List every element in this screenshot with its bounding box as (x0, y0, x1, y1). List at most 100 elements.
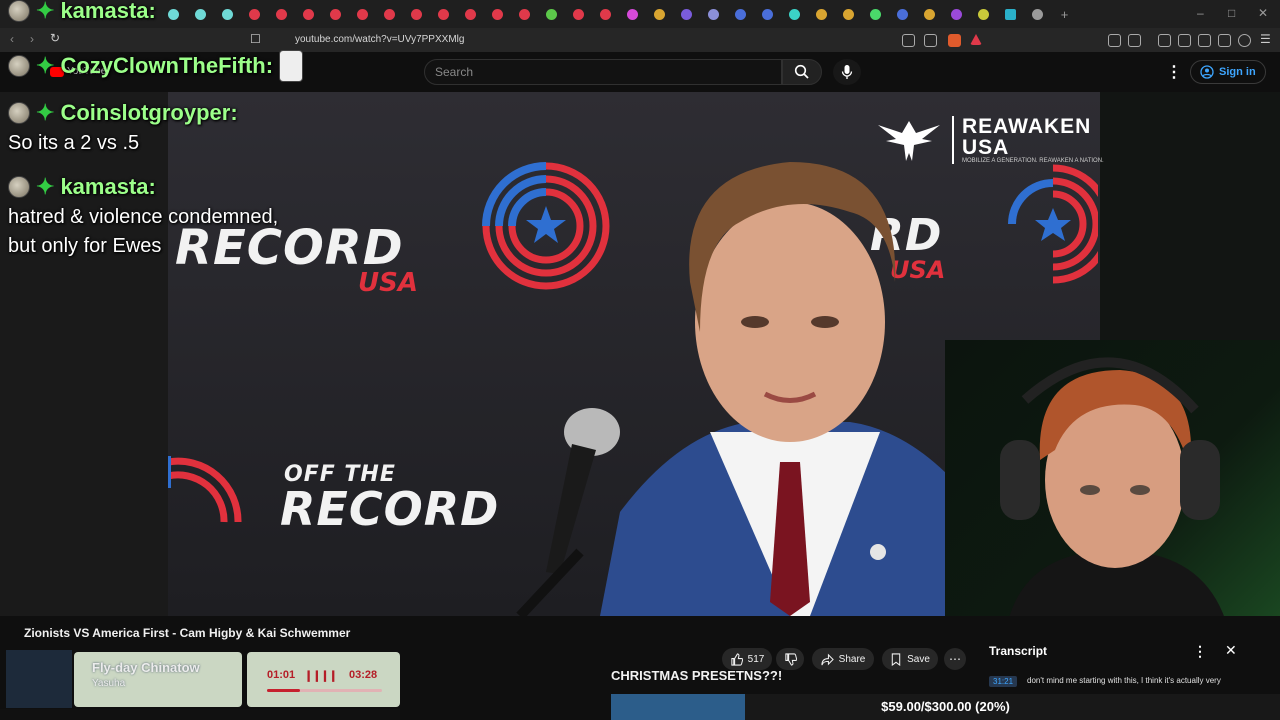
extension-icon[interactable] (1128, 34, 1141, 47)
url-field[interactable]: youtube.com/watch?v=UVy7PPXXMlg (295, 34, 464, 45)
tab[interactable] (160, 0, 187, 28)
song-artist: Yasuha (92, 678, 126, 689)
chat-badge-icon: ✦ (36, 0, 55, 23)
tab[interactable] (268, 0, 295, 28)
search-button[interactable] (782, 59, 822, 85)
rewards-icon[interactable] (970, 34, 982, 45)
tab[interactable] (592, 0, 619, 28)
dislike-button[interactable] (776, 648, 804, 670)
tab[interactable] (754, 0, 781, 28)
backdrop-usa: USA (358, 268, 418, 298)
transcript-panel: Transcript ⋮ ✕ 31:21 don't mind me start… (979, 636, 1252, 694)
share-label: Share (838, 653, 866, 665)
chat-message: ✦ kamasta: (8, 0, 156, 24)
tab[interactable] (970, 0, 997, 28)
tab[interactable] (943, 0, 970, 28)
microphone-icon (841, 65, 853, 79)
brave-shield-icon[interactable] (948, 34, 961, 47)
save-icon (891, 652, 901, 666)
streamer-figure (1000, 357, 1230, 636)
chat-badge-icon: ✦ (36, 100, 55, 125)
tab[interactable] (673, 0, 700, 28)
transcript-text: don't mind me starting with this, I thin… (1027, 676, 1221, 685)
sidebar-icon[interactable] (1178, 34, 1191, 47)
tab[interactable] (403, 0, 430, 28)
tab[interactable] (646, 0, 673, 28)
tab[interactable] (484, 0, 511, 28)
chat-username: kamasta: (60, 174, 156, 199)
tab[interactable] (295, 0, 322, 28)
downloads-icon[interactable] (1218, 34, 1231, 47)
tab[interactable] (457, 0, 484, 28)
save-button[interactable]: Save (882, 648, 938, 670)
back-icon[interactable]: ‹ (10, 32, 14, 46)
reload-icon[interactable]: ↻ (50, 31, 60, 45)
tab[interactable] (835, 0, 862, 28)
tab[interactable] (322, 0, 349, 28)
donation-goal-bar: $59.00/$300.00 (20%) (611, 694, 1280, 720)
tab[interactable] (808, 0, 835, 28)
tab[interactable] (511, 0, 538, 28)
tab[interactable] (916, 0, 943, 28)
tab[interactable] (781, 0, 808, 28)
tab[interactable] (700, 0, 727, 28)
tab[interactable] (376, 0, 403, 28)
chat-username: kamasta: (60, 0, 156, 23)
tab[interactable] (241, 0, 268, 28)
new-tab-button[interactable]: + (1051, 0, 1078, 28)
tab[interactable] (727, 0, 754, 28)
tab[interactable] (565, 0, 592, 28)
chat-message: ✦ kamasta: (8, 174, 156, 200)
minimize-icon[interactable]: – (1197, 6, 1204, 20)
tab[interactable] (430, 0, 457, 28)
menu-icon[interactable]: ☰ (1260, 32, 1271, 46)
tab[interactable] (349, 0, 376, 28)
sign-in-label: Sign in (1219, 66, 1256, 78)
tab-active[interactable] (997, 0, 1024, 28)
vpn-icon[interactable] (1238, 34, 1251, 47)
maximize-icon[interactable]: □ (1228, 6, 1235, 20)
bookmark-icon[interactable]: ☐ (250, 32, 261, 46)
microphone-prop (516, 408, 620, 616)
more-actions-button[interactable]: ⋯ (944, 648, 966, 670)
close-window-icon[interactable]: ✕ (1258, 6, 1268, 20)
chat-username: CozyClownTheFifth: (60, 53, 274, 78)
tab[interactable] (538, 0, 565, 28)
more-actions-icon: ⋯ (949, 652, 961, 666)
voice-search-button[interactable] (833, 59, 861, 85)
search-input[interactable]: Search (424, 59, 782, 85)
forward-icon[interactable]: › (30, 32, 34, 46)
transcript-title: Transcript (989, 644, 1048, 658)
transcript-segment[interactable]: 31:21 don't mind me starting with this, … (989, 676, 1244, 687)
sign-in-button[interactable]: Sign in (1190, 60, 1266, 84)
chat-message: ✦ Coinslotgroyper: (8, 100, 238, 126)
account-icon (1200, 65, 1214, 79)
now-playing-card: Fly-day Chinatow Yasuha (74, 652, 242, 707)
chat-message: ✦ CozyClownTheFifth: (8, 50, 304, 82)
thumbs-up-icon (731, 652, 743, 666)
share-button[interactable]: Share (812, 648, 874, 670)
share-page-icon[interactable] (924, 34, 937, 47)
video-pillarbox-left (0, 92, 168, 616)
star-target-logo-lower (168, 456, 242, 523)
tab[interactable] (1024, 0, 1051, 28)
tab[interactable] (187, 0, 214, 28)
chat-username: Coinslotgroyper: (60, 100, 238, 125)
transcript-menu-icon[interactable]: ⋮ (1193, 643, 1207, 660)
song-title: Fly-day Chinatow (92, 660, 200, 675)
extensions-icon[interactable] (1108, 34, 1121, 47)
album-art (6, 650, 72, 708)
chat-badge-icon: ✦ (36, 53, 55, 78)
like-button[interactable]: 517 (722, 648, 772, 670)
music-icon[interactable] (1158, 34, 1171, 47)
extension-icon[interactable] (902, 34, 915, 47)
tab[interactable] (619, 0, 646, 28)
close-transcript-icon[interactable]: ✕ (1225, 642, 1237, 659)
wallet-icon[interactable] (1198, 34, 1211, 47)
tab[interactable] (862, 0, 889, 28)
tab[interactable] (214, 0, 241, 28)
more-options-icon[interactable]: ⋮ (1166, 62, 1182, 82)
thumbs-down-icon (784, 652, 797, 666)
taskbar (0, 709, 400, 720)
tab[interactable] (889, 0, 916, 28)
